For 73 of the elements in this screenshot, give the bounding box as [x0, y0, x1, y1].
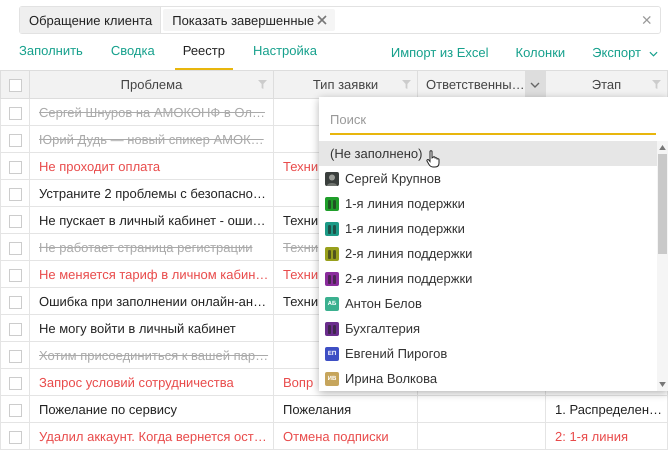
chip-label: Показать завершенные	[172, 12, 314, 28]
option-item[interactable]: 1-я линия подержки	[319, 191, 657, 216]
checkbox[interactable]	[8, 79, 22, 92]
table-cell: Не пускает в личный кабинет - оши…	[39, 212, 266, 228]
table-cell: Пожелания	[283, 402, 352, 416]
pointer-cursor-icon	[426, 150, 440, 168]
scrollbar[interactable]	[657, 141, 668, 391]
checkbox[interactable]	[8, 296, 22, 309]
option-label: 2-я линия поддержки	[345, 246, 472, 261]
option-label: Евгений Пирогов	[345, 346, 448, 361]
checkbox[interactable]	[8, 242, 22, 255]
table-cell: Не проходит оплата	[39, 158, 160, 174]
remove-icon[interactable]	[317, 15, 328, 25]
filter-icon[interactable]	[652, 80, 661, 89]
checkbox[interactable]	[8, 268, 22, 282]
table-cell: Техни	[283, 212, 318, 228]
option-label: Бухгалтерия	[345, 321, 420, 336]
table-cell: Техни	[283, 240, 318, 254]
table-cell: Не меняется тариф в личном кабин…	[39, 266, 268, 282]
checkbox[interactable]	[8, 322, 22, 336]
chevron-icon	[649, 50, 658, 56]
option-item[interactable]: Бухгалтерия	[319, 316, 657, 341]
option-label: 1-я линия подержки	[345, 196, 465, 211]
table-cell: Пожелание по сервису	[39, 402, 178, 416]
filter-chip[interactable]: Показать завершенные	[163, 9, 336, 31]
option-item[interactable]: (Не заполнено)	[319, 141, 657, 166]
option-item[interactable]: Сергей Крупнов	[319, 166, 657, 191]
checkbox[interactable]	[8, 214, 22, 228]
table-cell: Сергей Шнуров на АМОКОНФ в Ол…	[39, 104, 265, 120]
table-cell: Не могу войти в личный кабинет	[39, 320, 236, 336]
table-cell: Ошибка при заполнении онлайн-ан…	[39, 294, 266, 308]
option-label: 2-я линия поддержки	[345, 271, 472, 286]
avatar-icon	[325, 172, 339, 186]
table-cell: Не работает страница регистрации	[39, 240, 252, 254]
checkbox[interactable]	[8, 106, 22, 120]
option-label: (Не заполнено)	[330, 146, 422, 161]
table-cell: 1. Распределен…	[555, 402, 662, 416]
checkbox[interactable]	[8, 160, 22, 174]
filter-icon[interactable]	[258, 80, 267, 89]
table-cell: Удалил аккаунт. Когда вернется ост…	[39, 428, 267, 444]
table-cell: Хотим присоединиться к вашей пар…	[39, 348, 268, 362]
filter-icon[interactable]	[402, 80, 411, 89]
checkbox[interactable]	[8, 350, 22, 363]
scroll-up-icon[interactable]	[659, 145, 666, 150]
table-cell: Отмена подписки	[283, 428, 389, 444]
chevron-icon	[530, 82, 540, 88]
option-label: 1-я линия подержки	[345, 221, 465, 236]
table-cell: 2: 1-я линия	[555, 428, 628, 444]
filter-chip[interactable]: Обращение клиента	[20, 7, 162, 33]
scroll-down-icon[interactable]	[659, 382, 666, 387]
checkbox[interactable]	[8, 188, 22, 201]
option-item[interactable]: 1-я линия подержки	[319, 216, 657, 241]
column-menu-button[interactable]	[525, 71, 545, 98]
checkbox[interactable]	[8, 376, 22, 390]
table-cell: Техни	[283, 294, 318, 308]
option-item[interactable]: 2-я линия поддержки	[319, 241, 657, 266]
table-cell: Техни	[283, 158, 318, 174]
checkbox[interactable]	[8, 134, 22, 147]
column-header[interactable]: Этап	[592, 77, 622, 92]
table-cell: Устраните 2 проблемы с безопасно…	[39, 186, 266, 200]
checkbox[interactable]	[8, 404, 22, 417]
table-cell: Запрос условий сотрудничества	[39, 374, 234, 390]
table-cell: Техни	[283, 266, 318, 282]
table-cell: Юрий Дудь — новый спикер АМОК…	[39, 132, 264, 146]
table-cell: Вопр	[283, 374, 314, 390]
checkbox[interactable]	[8, 430, 22, 444]
option-label: Ирина Волкова	[345, 371, 438, 386]
chip-label: Обращение клиента	[29, 12, 152, 28]
option-item[interactable]: 2-я линия поддержки	[319, 266, 657, 291]
option-label: Сергей Крупнов	[345, 171, 441, 186]
column-header[interactable]: Проблема	[120, 77, 182, 92]
filter-bar[interactable]: Обращение клиента Показать завершенные ×	[19, 6, 661, 34]
option-label: Антон Белов	[345, 296, 422, 311]
